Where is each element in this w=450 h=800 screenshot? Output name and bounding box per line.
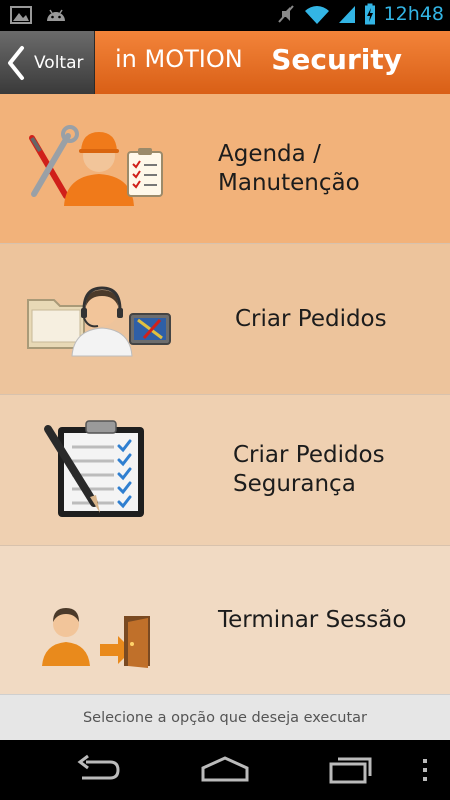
battery-icon — [364, 3, 375, 25]
back-nav-icon[interactable] — [74, 754, 122, 784]
menu-item-label: Criar Pedidos — [235, 305, 387, 332]
app-name: in MOTION — [115, 45, 243, 73]
status-time: 12h48 — [383, 3, 444, 25]
menu-item-label: Criar Pedidos Segurança — [233, 442, 385, 497]
main-menu: Agenda / Manutenção Criar Pedidos Criar … — [0, 94, 450, 695]
back-button[interactable]: Voltar — [0, 31, 95, 94]
recent-apps-icon[interactable] — [328, 754, 374, 784]
menu-item-agenda-manutencao[interactable]: Agenda / Manutenção — [0, 94, 450, 244]
app-header: Voltar in MOTION Security — [0, 31, 450, 95]
menu-item-criar-pedidos-seguranca[interactable]: Criar Pedidos Segurança — [0, 395, 450, 546]
home-nav-icon[interactable] — [200, 754, 250, 784]
maintenance-worker-icon — [24, 118, 174, 218]
support-agent-icon — [24, 268, 174, 368]
chevron-left-icon — [8, 45, 24, 80]
android-icon — [47, 9, 65, 21]
status-bar: 12h48 — [0, 0, 450, 31]
gallery-icon — [10, 6, 32, 24]
checklist-clipboard-icon — [24, 419, 174, 519]
signal-icon — [338, 6, 355, 23]
back-button-label: Voltar — [34, 52, 84, 73]
navigation-bar — [0, 740, 450, 800]
menu-item-criar-pedidos[interactable]: Criar Pedidos — [0, 244, 450, 395]
logout-door-icon — [24, 570, 174, 670]
page-title: Security — [271, 43, 402, 76]
mute-icon — [277, 5, 294, 23]
instruction-hint: Selecione a opção que deseja executar — [0, 694, 450, 741]
overflow-menu-icon[interactable] — [420, 758, 430, 782]
wifi-icon — [304, 6, 329, 24]
menu-item-terminar-sessao[interactable]: Terminar Sessão — [0, 546, 450, 695]
menu-item-label: Agenda / Manutenção — [218, 140, 360, 196]
menu-item-label: Terminar Sessão — [218, 606, 407, 633]
